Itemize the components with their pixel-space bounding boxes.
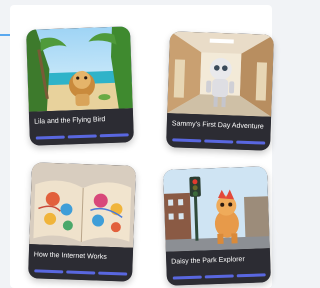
robot-hallway-illustration: [167, 31, 274, 117]
progress-segment: [172, 275, 202, 280]
story-card-caption: Daisy the Park Explorer: [165, 248, 271, 286]
progress-indicator: [172, 138, 266, 145]
progress-segment: [204, 139, 234, 144]
dinosaur-street-illustration: [163, 166, 270, 252]
story-title: Sammy's First Day Adventure: [171, 120, 264, 131]
progress-segment: [236, 140, 266, 145]
progress-segment: [204, 274, 234, 279]
open-book-illustration: [29, 162, 136, 248]
progress-segment: [236, 273, 266, 278]
story-card-caption: How the Internet Works: [28, 244, 134, 282]
progress-indicator: [172, 273, 266, 280]
story-card-internet[interactable]: How the Internet Works: [28, 162, 136, 282]
progress-segment: [67, 134, 97, 139]
progress-segment: [66, 270, 96, 275]
progress-segment: [34, 269, 64, 274]
story-card-daisy[interactable]: Daisy the Park Explorer: [163, 166, 271, 286]
lion-beach-illustration: [26, 26, 133, 112]
progress-segment: [35, 135, 65, 140]
story-card-sammy[interactable]: Sammy's First Day Adventure: [166, 31, 274, 151]
progress-segment: [172, 138, 202, 143]
story-title: Lila and the Flying Bird: [34, 116, 106, 126]
accent-line: [0, 34, 10, 36]
story-title: How the Internet Works: [33, 251, 107, 261]
progress-segment: [99, 133, 129, 138]
story-title: Daisy the Park Explorer: [171, 256, 245, 266]
story-card-caption: Sammy's First Day Adventure: [166, 113, 272, 151]
progress-segment: [98, 271, 128, 276]
progress-indicator: [35, 133, 129, 140]
story-card-lila[interactable]: Lila and the Flying Bird: [26, 26, 134, 146]
progress-indicator: [34, 269, 128, 276]
story-card-caption: Lila and the Flying Bird: [28, 108, 134, 146]
